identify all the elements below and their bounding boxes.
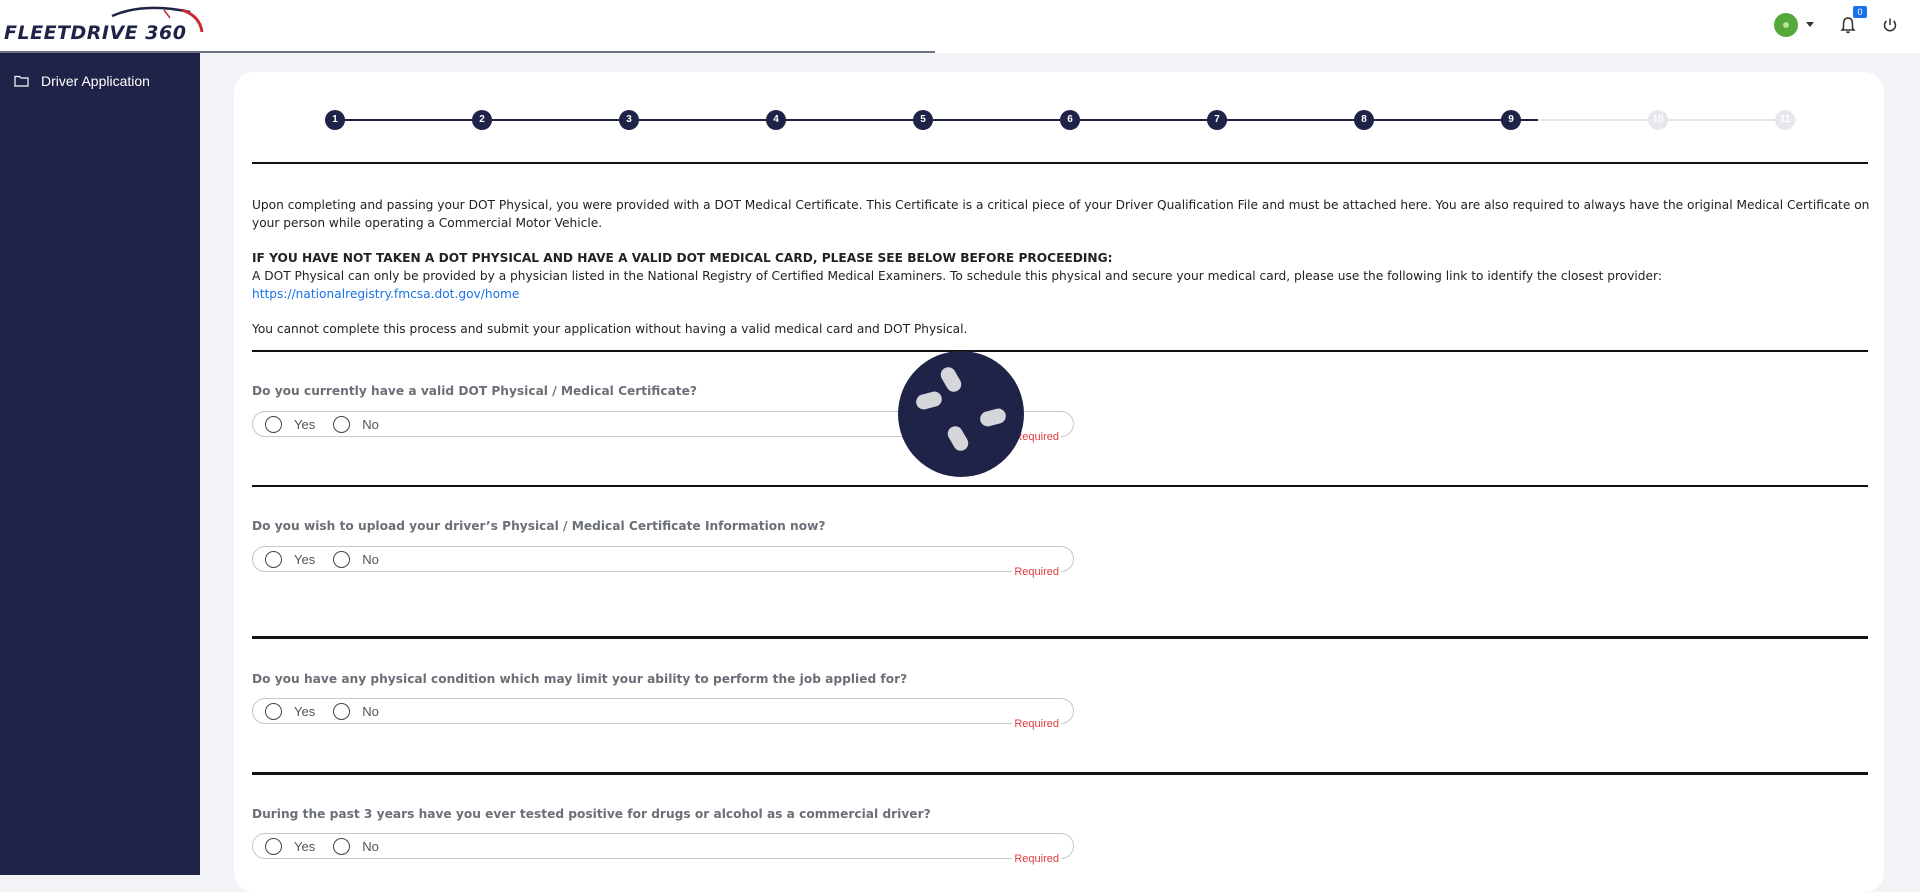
step-10[interactable]: 10 <box>1648 110 1668 130</box>
radio-group-drug-test: Yes No Required <box>252 833 1074 865</box>
divider <box>252 350 1868 352</box>
required-label: Required <box>1012 566 1061 578</box>
status-dot <box>1783 22 1789 28</box>
radio-no-label: No <box>362 703 379 719</box>
step-9[interactable]: 9 <box>1501 110 1521 130</box>
radio-no[interactable] <box>333 837 351 855</box>
divider <box>252 636 1868 639</box>
question-label: Do you have any physical condition which… <box>252 672 908 686</box>
spinner-pill <box>945 423 971 454</box>
form-card <box>234 72 1884 892</box>
step-1[interactable]: 1 <box>325 110 345 130</box>
required-label: Required <box>1012 718 1061 730</box>
sidebar: Driver Application <box>0 53 200 875</box>
divider <box>252 485 1868 487</box>
requirement-note: You cannot complete this process and sub… <box>252 322 968 336</box>
question-label: Do you currently have a valid DOT Physic… <box>252 384 697 398</box>
question-label: Do you wish to upload your driver’s Phys… <box>252 519 826 533</box>
radio-yes[interactable] <box>265 837 282 855</box>
step-11[interactable]: 11 <box>1775 110 1795 130</box>
spinner-pill <box>938 364 964 395</box>
notification-badge: 0 <box>1853 6 1867 18</box>
step-5[interactable]: 5 <box>913 110 933 130</box>
radio-yes[interactable] <box>265 550 282 568</box>
fleetdrive-logo[interactable]: FLEETDRIVE 360 <box>4 6 204 46</box>
registry-link[interactable]: https://nationalregistry.fmcsa.dot.gov/h… <box>252 287 519 301</box>
logo-text: FLEETDRIVE 360 <box>4 22 187 44</box>
radio-no-label: No <box>362 551 379 567</box>
radio-group-upload-now: Yes No Required <box>252 546 1074 578</box>
radio-yes-label: Yes <box>294 551 316 567</box>
radio-no-label: No <box>362 838 379 854</box>
user-avatar[interactable] <box>1774 13 1798 37</box>
radio-yes-label: Yes <box>294 703 316 719</box>
intro-paragraph: Upon completing and passing your DOT Phy… <box>252 198 1870 230</box>
radio-yes[interactable] <box>265 702 282 720</box>
step-8[interactable]: 8 <box>1354 110 1374 130</box>
question-label: During the past 3 years have you ever te… <box>252 807 931 821</box>
radio-yes[interactable] <box>265 415 282 433</box>
power-icon[interactable] <box>1882 17 1898 33</box>
radio-no[interactable] <box>333 702 351 720</box>
spinner-pill <box>978 406 1008 429</box>
step-3[interactable]: 3 <box>619 110 639 130</box>
step-6[interactable]: 6 <box>1060 110 1080 130</box>
step-2[interactable]: 2 <box>472 110 492 130</box>
sidebar-item-label: Driver Application <box>41 73 150 89</box>
sidebar-item-driver-application[interactable]: Driver Application <box>0 67 200 95</box>
chevron-down-icon[interactable] <box>1806 22 1814 27</box>
bell-icon[interactable] <box>1840 16 1856 34</box>
divider <box>252 162 1868 164</box>
required-label: Required <box>1012 853 1061 865</box>
folder-icon <box>14 75 29 87</box>
radio-yes-label: Yes <box>294 838 316 854</box>
warning-heading: IF YOU HAVE NOT TAKEN A DOT PHYSICAL AND… <box>252 251 1113 265</box>
step-4[interactable]: 4 <box>766 110 786 130</box>
registry-paragraph: A DOT Physical can only be provided by a… <box>252 267 1872 303</box>
step-7[interactable]: 7 <box>1207 110 1227 130</box>
loading-spinner-icon <box>898 351 1024 477</box>
radio-group-physical-condition: Yes No Required <box>252 698 1074 730</box>
registry-text: A DOT Physical can only be provided by a… <box>252 269 1662 283</box>
top-bar: FLEETDRIVE 360 0 <box>0 0 1920 53</box>
divider <box>252 772 1868 775</box>
radio-yes-label: Yes <box>294 416 316 432</box>
intro-text: Upon completing and passing your DOT Phy… <box>252 196 1872 355</box>
radio-no[interactable] <box>333 550 351 568</box>
spinner-pill <box>914 389 944 412</box>
radio-no[interactable] <box>333 415 351 433</box>
radio-no-label: No <box>362 416 379 432</box>
application-stepper: 1 2 3 4 5 6 7 8 9 10 11 <box>325 110 1795 130</box>
